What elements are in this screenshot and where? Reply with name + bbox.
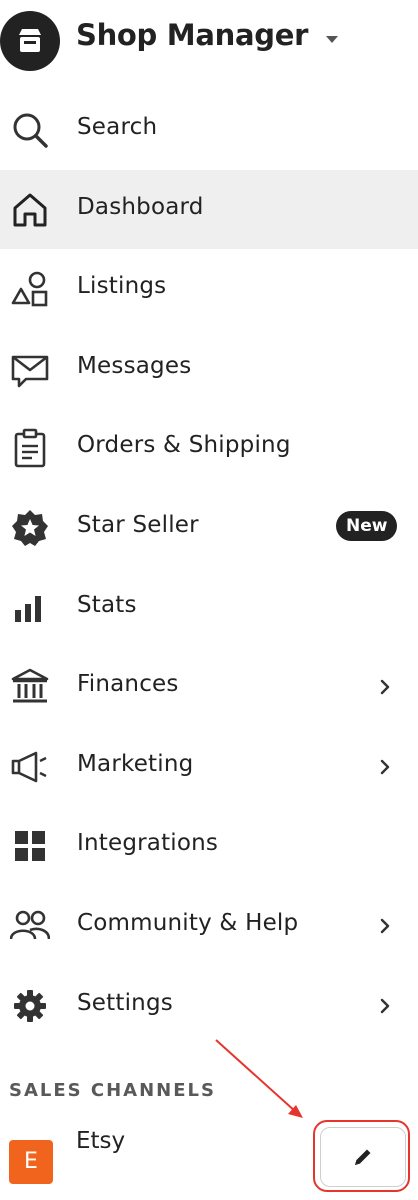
sidebar-item-label: Stats: [77, 591, 137, 618]
sidebar-item-label: Listings: [77, 273, 167, 300]
annotation-arrow-icon: [215, 1039, 303, 1118]
sidebar-nav: Search Dashboard Listings Messages Order…: [0, 90, 418, 1045]
shapes-icon: [11, 271, 48, 307]
sidebar-item-finances[interactable]: Finances: [0, 647, 418, 727]
mail-icon: [11, 355, 49, 388]
sidebar-item-integrations[interactable]: Integrations: [0, 806, 418, 886]
sidebar-item-star-seller[interactable]: Star Seller New: [0, 488, 418, 568]
bank-icon: [11, 668, 49, 703]
megaphone-icon: [11, 751, 47, 783]
search-icon: [13, 113, 48, 148]
sidebar-item-search[interactable]: Search: [0, 90, 418, 170]
star-badge-icon: [12, 509, 48, 546]
etsy-logo-icon: E: [9, 1140, 53, 1184]
chevron-right-icon: [380, 759, 390, 774]
chevron-right-icon: [380, 918, 390, 934]
sidebar-item-community-help[interactable]: Community & Help: [0, 886, 418, 966]
sidebar-item-listings[interactable]: Listings: [0, 249, 418, 329]
chevron-right-icon: [380, 679, 390, 695]
sidebar-item-label: Star Seller: [77, 511, 199, 538]
clipboard-icon: [14, 429, 46, 468]
sidebar-item-orders-shipping[interactable]: Orders & Shipping: [0, 408, 418, 488]
sidebar-item-label: Community & Help: [77, 909, 299, 936]
channel-label: Etsy: [76, 1128, 126, 1154]
home-icon: [13, 193, 47, 227]
chevron-right-icon: [380, 998, 390, 1013]
sidebar-item-stats[interactable]: Stats: [0, 568, 418, 648]
annotation-highlight: [313, 1120, 410, 1192]
sidebar-item-messages[interactable]: Messages: [0, 329, 418, 409]
sidebar-item-label: Search: [77, 114, 158, 140]
gear-icon: [14, 989, 46, 1022]
sidebar-item-label: Finances: [77, 671, 179, 698]
sidebar-item-dashboard[interactable]: Dashboard: [0, 169, 418, 250]
header: Shop Manager: [0, 0, 418, 82]
people-icon: [10, 910, 50, 940]
sidebar-item-label: Dashboard: [77, 193, 204, 220]
app-title[interactable]: Shop Manager: [76, 18, 308, 52]
grid-icon: [15, 831, 45, 862]
sidebar-item-label: Settings: [77, 989, 173, 1016]
bar-chart-icon: [15, 595, 41, 622]
new-badge: New: [336, 510, 398, 541]
sidebar-item-label: Integrations: [77, 830, 219, 857]
sales-channels-heading: SALES CHANNELS: [9, 1080, 216, 1101]
shop-icon[interactable]: [0, 11, 60, 71]
sidebar-item-label: Marketing: [77, 750, 194, 777]
caret-down-icon[interactable]: [326, 36, 338, 43]
sidebar-item-marketing[interactable]: Marketing: [0, 727, 418, 807]
sidebar-item-label: Messages: [77, 352, 192, 379]
sidebar-item-label: Orders & Shipping: [77, 432, 291, 459]
